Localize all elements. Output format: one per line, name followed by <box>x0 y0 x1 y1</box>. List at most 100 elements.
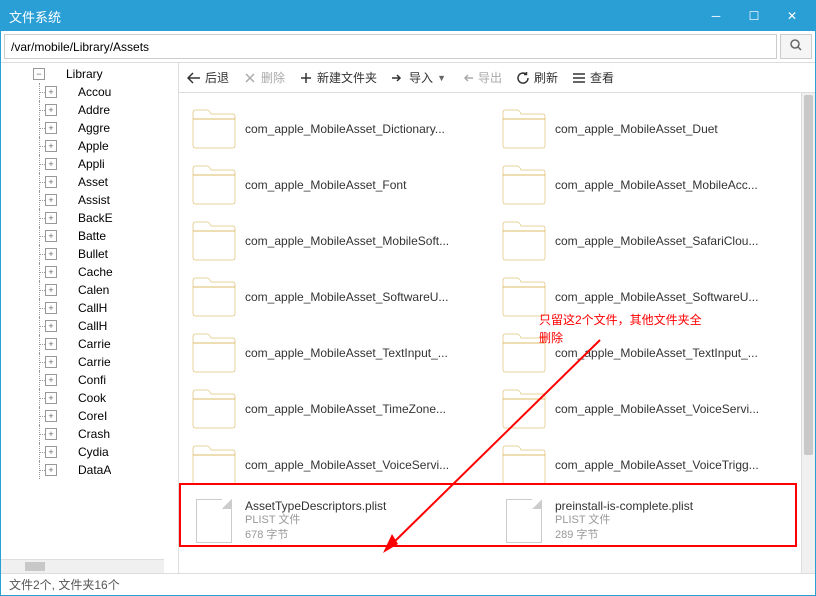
folder-icon <box>59 157 75 171</box>
folder-icon <box>189 440 239 490</box>
tree-item[interactable]: +Carrie <box>1 335 178 353</box>
folder-icon <box>59 139 75 153</box>
expand-icon[interactable]: + <box>45 392 57 404</box>
expand-icon[interactable]: + <box>45 266 57 278</box>
tree-item[interactable]: +CoreI <box>1 407 178 425</box>
folder-item[interactable]: com_apple_MobileAsset_VoiceTrigg... <box>497 437 807 493</box>
folder-icon <box>499 216 549 266</box>
tree-item[interactable]: +BackE <box>1 209 178 227</box>
folder-icon <box>59 283 75 297</box>
expand-icon[interactable]: + <box>45 302 57 314</box>
main-panel: 后退 删除 新建文件夹 导入 ▼ 导出 <box>179 63 815 573</box>
tree-item[interactable]: +CallH <box>1 299 178 317</box>
back-icon <box>187 71 201 85</box>
folder-item[interactable]: com_apple_MobileAsset_Dictionary... <box>187 101 497 157</box>
expand-icon[interactable]: + <box>45 446 57 458</box>
refresh-button[interactable]: 刷新 <box>516 69 558 86</box>
expand-icon[interactable]: + <box>45 428 57 440</box>
plist-file-icon <box>189 496 239 546</box>
folder-item[interactable]: com_apple_MobileAsset_TextInput_... <box>187 325 497 381</box>
folder-item[interactable]: com_apple_MobileAsset_MobileSoft... <box>187 213 497 269</box>
file-item[interactable]: preinstall-is-complete.plistPLIST 文件289 … <box>497 493 807 549</box>
folder-item[interactable]: com_apple_MobileAsset_VoiceServi... <box>187 437 497 493</box>
sidebar: − Library +Accou+Addre+Aggre+Apple+Appli… <box>1 63 179 573</box>
tree-item[interactable]: +Apple <box>1 137 178 155</box>
folder-icon <box>189 272 239 322</box>
expand-icon[interactable]: + <box>45 104 57 116</box>
minimize-button[interactable]: ─ <box>701 5 731 27</box>
import-button[interactable]: 导入 ▼ <box>391 69 446 86</box>
file-v-scrollbar[interactable] <box>801 93 815 573</box>
folder-item[interactable]: com_apple_MobileAsset_TimeZone... <box>187 381 497 437</box>
collapse-icon[interactable]: − <box>33 68 45 80</box>
file-item[interactable]: AssetTypeDescriptors.plistPLIST 文件678 字节 <box>187 493 497 549</box>
delete-button[interactable]: 删除 <box>243 69 285 86</box>
toolbar: 后退 删除 新建文件夹 导入 ▼ 导出 <box>179 63 815 93</box>
path-input[interactable]: /var/mobile/Library/Assets <box>4 34 777 59</box>
expand-icon[interactable]: + <box>45 176 57 188</box>
close-button[interactable]: ✕ <box>777 5 807 27</box>
expand-icon[interactable]: + <box>45 356 57 368</box>
content: − Library +Accou+Addre+Aggre+Apple+Appli… <box>1 63 815 573</box>
folder-item[interactable]: com_apple_MobileAsset_MobileAcc... <box>497 157 807 213</box>
expand-icon[interactable]: + <box>45 158 57 170</box>
folder-icon <box>59 247 75 261</box>
tree-item[interactable]: +Appli <box>1 155 178 173</box>
tree-item[interactable]: +Crash <box>1 425 178 443</box>
expand-icon[interactable]: + <box>45 122 57 134</box>
folder-icon <box>189 160 239 210</box>
tree-item[interactable]: +Cydia <box>1 443 178 461</box>
tree-item[interactable]: +DataA <box>1 461 178 479</box>
expand-icon[interactable]: + <box>45 464 57 476</box>
search-button[interactable] <box>780 34 812 59</box>
expand-icon[interactable]: + <box>45 86 57 98</box>
expand-icon[interactable]: + <box>45 194 57 206</box>
folder-icon <box>59 463 75 477</box>
folder-icon <box>59 427 75 441</box>
folder-item[interactable]: com_apple_MobileAsset_SoftwareU... <box>187 269 497 325</box>
folder-item[interactable]: com_apple_MobileAsset_Duet <box>497 101 807 157</box>
folder-item[interactable]: com_apple_MobileAsset_VoiceServi... <box>497 381 807 437</box>
expand-icon[interactable]: + <box>45 410 57 422</box>
tree-item[interactable]: +Carrie <box>1 353 178 371</box>
expand-icon[interactable]: + <box>45 248 57 260</box>
tree-root[interactable]: − Library <box>1 65 178 83</box>
folder-item[interactable]: com_apple_MobileAsset_Font <box>187 157 497 213</box>
file-list[interactable]: com_apple_MobileAsset_Dictionary...com_a… <box>179 93 815 573</box>
maximize-button[interactable]: ☐ <box>739 5 769 27</box>
tree-item[interactable]: +Cache <box>1 263 178 281</box>
tree-item[interactable]: +Batte <box>1 227 178 245</box>
tree-item[interactable]: +Bullet <box>1 245 178 263</box>
tree-item[interactable]: +Aggre <box>1 119 178 137</box>
status-text: 文件2个, 文件夹16个 <box>9 576 120 593</box>
folder-icon <box>59 85 75 99</box>
chevron-down-icon: ▼ <box>437 73 446 83</box>
expand-icon[interactable]: + <box>45 140 57 152</box>
view-button[interactable]: 查看 <box>572 69 614 86</box>
tree-item[interactable]: +Addre <box>1 101 178 119</box>
sidebar-h-scrollbar[interactable] <box>1 559 164 573</box>
folder-icon <box>499 272 549 322</box>
expand-icon[interactable]: + <box>45 338 57 350</box>
folder-icon <box>499 328 549 378</box>
expand-icon[interactable]: + <box>45 284 57 296</box>
folder-icon <box>499 384 549 434</box>
folder-item[interactable]: com_apple_MobileAsset_SoftwareU... <box>497 269 807 325</box>
expand-icon[interactable]: + <box>45 212 57 224</box>
tree-item[interactable]: +Cook <box>1 389 178 407</box>
expand-icon[interactable]: + <box>45 374 57 386</box>
tree-item[interactable]: +Confi <box>1 371 178 389</box>
tree-item[interactable]: +Assist <box>1 191 178 209</box>
export-button[interactable]: 导出 <box>460 69 502 86</box>
tree-item[interactable]: +Asset <box>1 173 178 191</box>
expand-icon[interactable]: + <box>45 230 57 242</box>
folder-icon <box>59 319 75 333</box>
new-folder-button[interactable]: 新建文件夹 <box>299 69 377 86</box>
folder-item[interactable]: com_apple_MobileAsset_TextInput_... <box>497 325 807 381</box>
expand-icon[interactable]: + <box>45 320 57 332</box>
tree-item[interactable]: +CallH <box>1 317 178 335</box>
tree-item[interactable]: +Accou <box>1 83 178 101</box>
back-button[interactable]: 后退 <box>187 69 229 86</box>
tree-item[interactable]: +Calen <box>1 281 178 299</box>
folder-item[interactable]: com_apple_MobileAsset_SafariClou... <box>497 213 807 269</box>
